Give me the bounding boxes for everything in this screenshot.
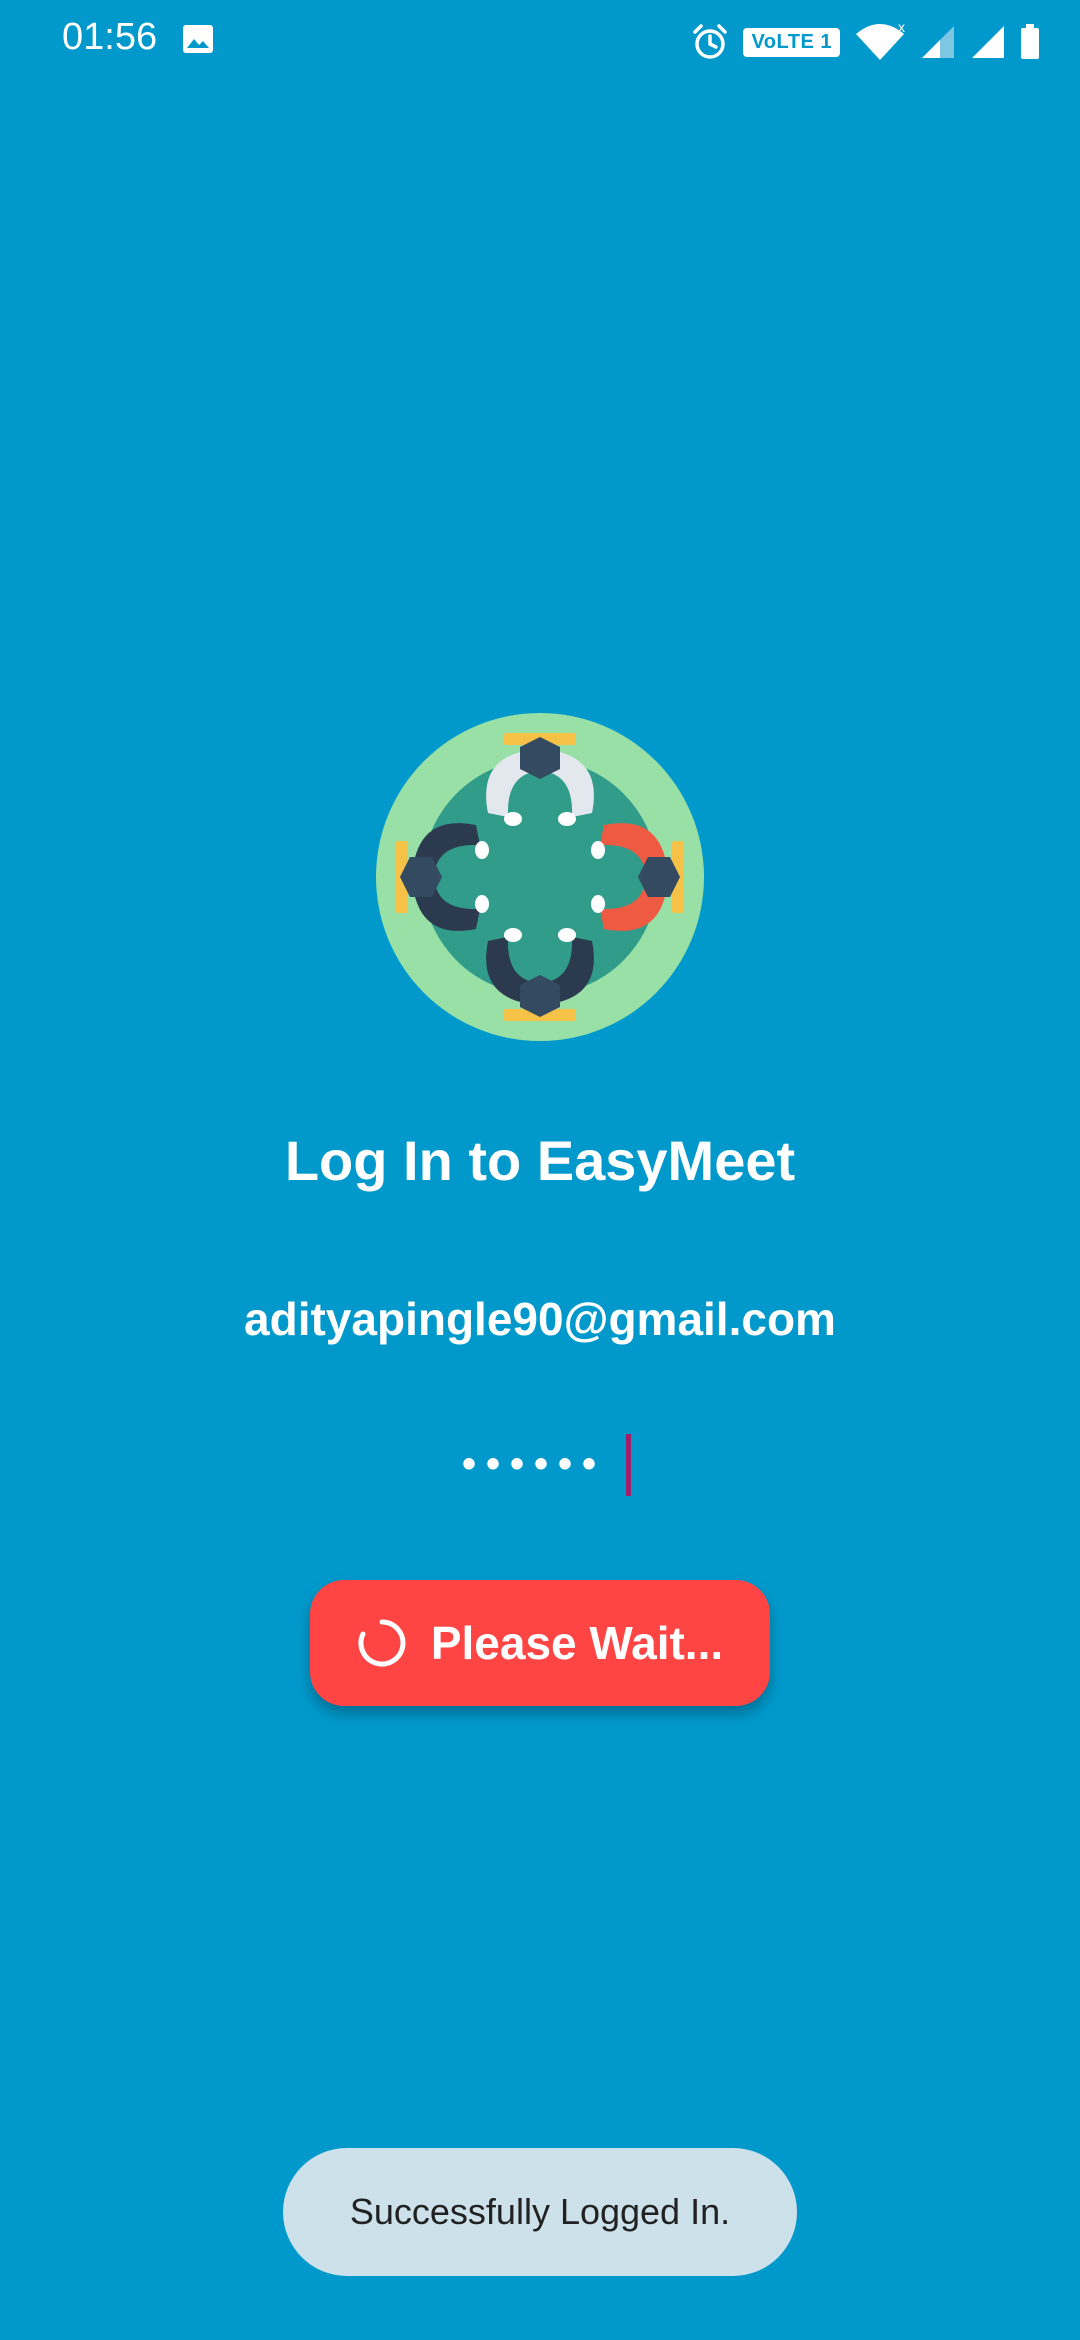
status-icons: VoLTE 1 x <box>691 20 1040 64</box>
battery-icon <box>1021 24 1039 59</box>
password-mask: •••••• <box>462 1442 607 1486</box>
alarm-icon <box>693 24 728 59</box>
login-button-label: Please Wait... <box>430 1617 724 1669</box>
text-cursor <box>626 1434 631 1496</box>
toast-text: Successfully Logged In. <box>349 2191 731 2232</box>
toast-message: Successfully Logged In. <box>283 2148 797 2276</box>
image-icon <box>183 25 213 53</box>
loading-spinner-icon <box>358 1619 406 1667</box>
svg-text:x: x <box>898 22 905 35</box>
volte-icon: VoLTE 1 <box>743 27 840 57</box>
status-bar: 01:56 VoLTE 1 x <box>0 0 1080 80</box>
signal-icon <box>972 26 1004 58</box>
status-time: 01:56 <box>62 16 158 58</box>
wifi-icon: x <box>856 22 905 60</box>
page-title: Log In to EasyMeet <box>284 1129 796 1192</box>
login-button[interactable]: Please Wait... <box>310 1580 770 1706</box>
password-field[interactable]: •••••• <box>440 1430 640 1500</box>
signal-icon <box>922 26 954 58</box>
easymeet-logo <box>376 713 704 1041</box>
email-field[interactable]: adityapingle90@gmail.com <box>140 1292 940 1352</box>
